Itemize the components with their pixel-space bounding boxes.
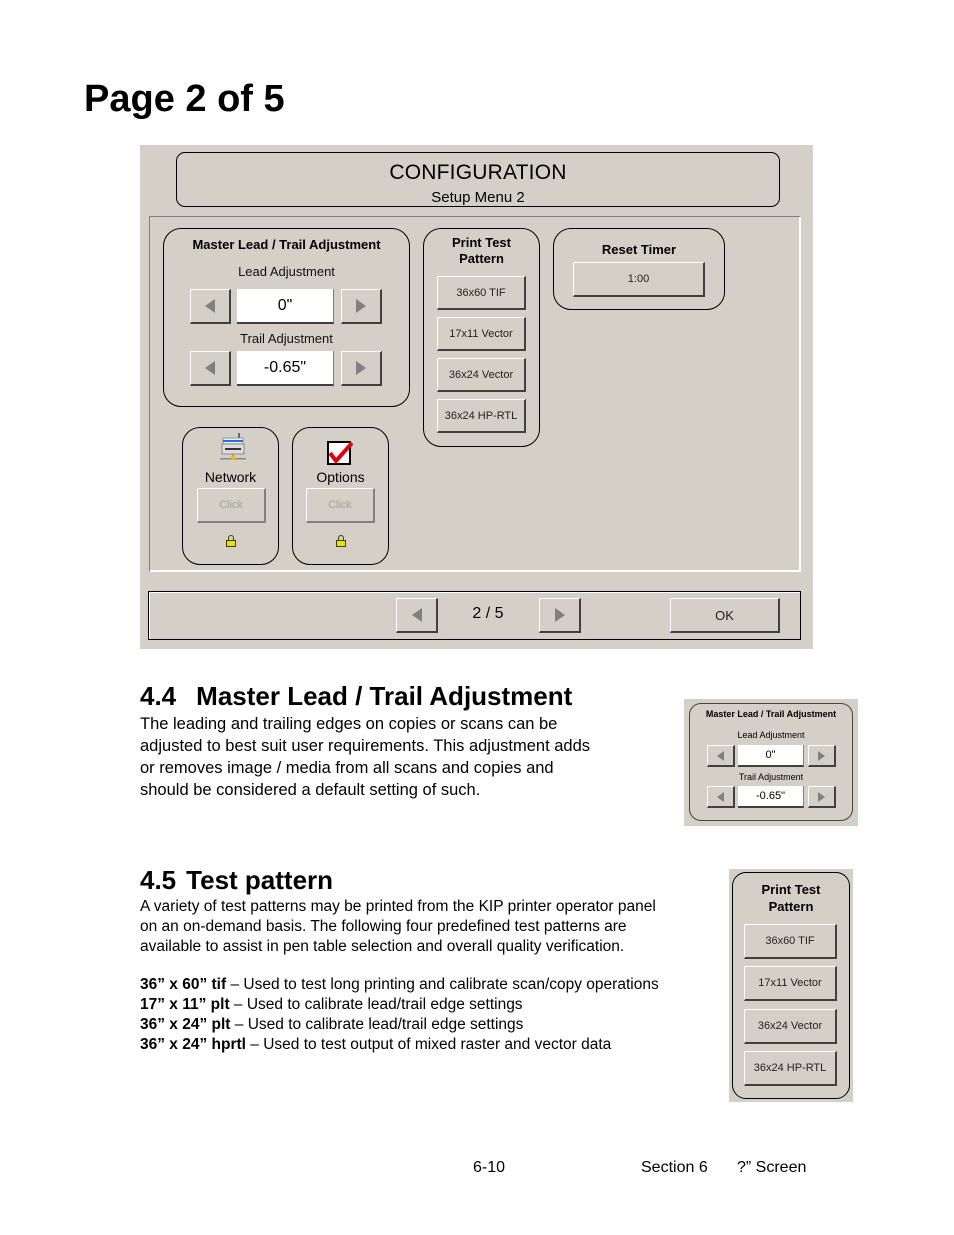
- master-lead-trail-thumbnail: Master Lead / Trail Adjustment Lead Adju…: [684, 699, 858, 826]
- pattern-name: 36” x 24” hprtl: [140, 1036, 246, 1053]
- network-printer-icon: [220, 433, 246, 460]
- body-line: should be considered a default setting o…: [140, 781, 481, 799]
- options-click-button[interactable]: Click: [306, 488, 375, 523]
- configuration-screenshot: CONFIGURATION Setup Menu 2 Master Lead /…: [140, 145, 813, 649]
- thumb-pattern-button: 36x24 Vector: [744, 1009, 837, 1044]
- arrow-right-icon: [818, 750, 825, 761]
- test-pattern-item: 17” x 11” plt – Used to calibrate lead/t…: [140, 995, 659, 1015]
- thumb-pattern-button: 17x11 Vector: [744, 966, 837, 1001]
- network-label: Network: [204, 469, 257, 485]
- thumb-title-1: Print Test: [761, 882, 821, 897]
- arrow-left-icon: [411, 608, 422, 622]
- config-title: CONFIGURATION: [389, 161, 567, 184]
- test-pattern-item: 36” x 24” hprtl – Used to test output of…: [140, 1035, 659, 1055]
- section-4-4-title: Master Lead / Trail Adjustment: [196, 681, 573, 711]
- section-4-5-heading: 4.5 Test pattern: [140, 865, 333, 896]
- pattern-name: 36” x 60” tif: [140, 976, 227, 993]
- section-4-4-body: The leading and trailing edges on copies…: [140, 713, 590, 801]
- section-4-5-number: 4.5: [140, 865, 177, 895]
- trail-adjustment-label: Trail Adjustment: [240, 331, 333, 346]
- thumb-trail-value: -0.65": [738, 786, 804, 808]
- pattern-name: 17” x 11” plt: [140, 996, 230, 1013]
- arrow-right-icon: [356, 361, 366, 375]
- arrow-right-icon: [356, 299, 366, 313]
- thumb-pattern-button: 36x24 HP-RTL: [744, 1051, 837, 1086]
- thumb-lead-value: 0": [738, 745, 804, 767]
- section-4-5-title: Test pattern: [186, 865, 334, 895]
- test-pattern-button[interactable]: 17x11 Vector: [437, 317, 526, 351]
- arrow-left-icon: [717, 791, 724, 802]
- lock-icon: [336, 535, 346, 547]
- arrow-right-icon: [818, 791, 825, 802]
- test-pattern-button[interactable]: 36x60 TIF: [437, 276, 526, 310]
- body-line: The leading and trailing edges on copies…: [140, 715, 558, 733]
- body-line: on an on-demand basis. The following fou…: [140, 918, 627, 935]
- footer-screen: ?” Screen: [737, 1159, 807, 1176]
- thumb-trail-label: Trail Adjustment: [738, 772, 804, 782]
- footer-page-number: 6-10: [473, 1159, 506, 1176]
- pattern-desc: – Used to calibrate lead/trail edge sett…: [230, 1016, 524, 1033]
- reset-timer-button[interactable]: 1:00: [573, 262, 705, 297]
- options-label: Options: [316, 469, 365, 485]
- thumb-lead-decrease: [707, 745, 735, 767]
- pattern-desc: – Used to test output of mixed raster an…: [245, 1036, 612, 1053]
- lead-increase-button[interactable]: [341, 289, 382, 324]
- previous-page-button[interactable]: [396, 598, 438, 633]
- config-subtitle: Setup Menu 2: [431, 189, 525, 206]
- test-pattern-button[interactable]: 36x24 Vector: [437, 358, 526, 392]
- pattern-desc: – Used to test long printing and calibra…: [226, 976, 659, 993]
- trail-value-field[interactable]: -0.65": [237, 351, 334, 386]
- trail-decrease-button[interactable]: [190, 351, 231, 386]
- pattern-name: 36” x 24” plt: [140, 1016, 231, 1033]
- body-line: available to assist in pen table selecti…: [140, 938, 625, 955]
- test-pattern-item: 36” x 24” plt – Used to calibrate lead/t…: [140, 1015, 659, 1035]
- arrow-left-icon: [717, 750, 724, 761]
- reset-timer-title: Reset Timer: [601, 242, 677, 257]
- lead-decrease-button[interactable]: [190, 289, 231, 324]
- thumb-lead-label: Lead Adjustment: [737, 730, 805, 740]
- page-title: Page 2 of 5: [84, 78, 285, 120]
- body-line: adjusted to best suit user requirements.…: [140, 737, 591, 755]
- lock-icon: [226, 535, 236, 547]
- trail-increase-button[interactable]: [341, 351, 382, 386]
- test-pattern-list: 36” x 60” tif – Used to test long printi…: [140, 975, 659, 1055]
- print-test-pattern-title-2: Pattern: [459, 251, 504, 266]
- test-pattern-item: 36” x 60” tif – Used to test long printi…: [140, 975, 659, 995]
- lead-value-field[interactable]: 0": [237, 289, 334, 324]
- footer-section: Section 6: [641, 1159, 708, 1176]
- section-4-4-number: 4.4: [140, 681, 177, 711]
- arrow-right-icon: [554, 608, 565, 622]
- arrow-left-icon: [205, 361, 215, 375]
- thumb-lead-increase: [808, 745, 836, 767]
- next-page-button[interactable]: [539, 598, 581, 633]
- thumb-title-2: Pattern: [768, 899, 814, 914]
- arrow-left-icon: [205, 299, 215, 313]
- thumb-pattern-button: 36x60 TIF: [744, 924, 837, 959]
- config-title-box: CONFIGURATION Setup Menu 2: [176, 152, 780, 207]
- thumb-title: Master Lead / Trail Adjustment: [705, 709, 837, 719]
- network-click-button[interactable]: Click: [197, 488, 266, 523]
- checkbox-checked-icon: [327, 441, 353, 465]
- print-test-pattern-title-1: Print Test: [452, 235, 511, 250]
- body-line: A variety of test patterns may be printe…: [140, 898, 656, 915]
- body-line: or removes image / media from all scans …: [140, 759, 554, 777]
- section-4-4-heading: 4.4 Master Lead / Trail Adjustment: [140, 681, 572, 712]
- lead-adjustment-label: Lead Adjustment: [238, 264, 335, 279]
- master-lead-trail-title: Master Lead / Trail Adjustment: [192, 237, 381, 252]
- test-pattern-button[interactable]: 36x24 HP-RTL: [437, 399, 526, 433]
- thumb-trail-increase: [808, 786, 836, 808]
- ok-button[interactable]: OK: [670, 598, 780, 633]
- print-test-pattern-thumbnail: Print Test Pattern 36x60 TIF 17x11 Vecto…: [729, 869, 853, 1102]
- page-indicator: 2 / 5: [472, 605, 504, 622]
- thumb-trail-decrease: [707, 786, 735, 808]
- pattern-desc: – Used to calibrate lead/trail edge sett…: [229, 996, 523, 1013]
- section-4-5-body: A variety of test patterns may be printe…: [140, 897, 656, 957]
